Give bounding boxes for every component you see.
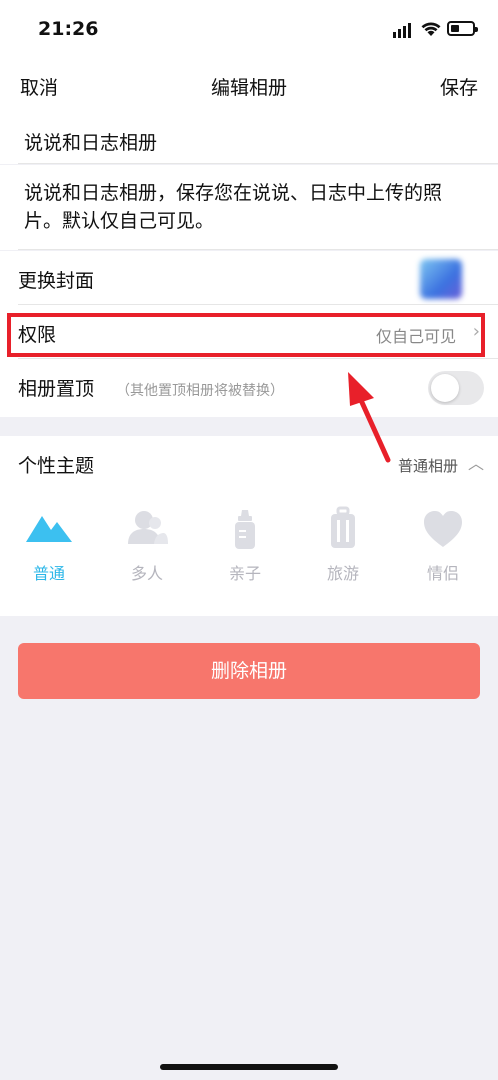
theme-option-family[interactable]: 亲子 [205, 506, 285, 584]
baby-bottle-icon [235, 510, 255, 549]
theme-section: 个性主题 普通相册 ︿ 普通 多人 亲子 旅游 情侣 [0, 436, 498, 616]
change-cover-label: 更换封面 [18, 270, 95, 292]
cover-thumbnail[interactable] [420, 259, 462, 299]
suitcase-icon [331, 506, 355, 548]
highlight-box [7, 313, 485, 357]
page-title: 编辑相册 [210, 77, 287, 99]
divider [18, 249, 498, 250]
theme-option-label: 情侣 [426, 564, 459, 583]
toggle-knob [431, 374, 459, 402]
theme-label: 个性主题 [18, 455, 95, 477]
album-name-value[interactable]: 说说和日志相册 [24, 128, 157, 155]
nav-bar: 编辑相册 取消 保存 [0, 58, 498, 112]
people-icon [128, 511, 168, 544]
delete-album-button[interactable]: 删除相册 [18, 643, 480, 699]
pin-album-toggle[interactable] [428, 371, 484, 405]
home-indicator [160, 1064, 338, 1070]
status-bar: 21:26 [0, 0, 498, 58]
theme-option-label: 普通 [32, 564, 65, 583]
chevron-up-icon[interactable]: ︿ [468, 450, 484, 474]
save-button[interactable]: 保存 [440, 73, 478, 100]
theme-option-label: 亲子 [228, 564, 261, 583]
change-cover-row[interactable]: 更换封面 [0, 251, 498, 305]
arrow-annotation [348, 372, 391, 463]
theme-option-couple[interactable]: 情侣 [403, 506, 483, 584]
theme-option-label: 多人 [130, 564, 163, 583]
mountain-icon [26, 516, 72, 542]
theme-option-label: 旅游 [326, 564, 359, 583]
status-time: 21:26 [38, 18, 99, 40]
pin-album-row: 相册置顶 （其他置顶相册将被替换） [0, 359, 498, 417]
album-description-field[interactable]: 说说和日志相册，保存您在说说、日志中上传的照片。默认仅自己可见。 [0, 165, 498, 250]
divider [18, 163, 498, 164]
theme-value[interactable]: 普通相册 [398, 455, 458, 476]
theme-option-travel[interactable]: 旅游 [303, 506, 383, 584]
theme-option-group[interactable]: 多人 [107, 506, 187, 584]
pin-album-hint: （其他置顶相册将被替换） [116, 383, 284, 399]
album-name-field[interactable]: 说说和日志相册 [0, 112, 498, 164]
signal-icon [393, 23, 411, 38]
theme-options: 普通 多人 亲子 旅游 情侣 [0, 506, 498, 596]
theme-option-normal[interactable]: 普通 [9, 506, 89, 584]
heart-icon [424, 511, 462, 547]
cancel-button[interactable]: 取消 [20, 73, 58, 100]
pin-album-label: 相册置顶 [18, 378, 95, 400]
wifi-icon [421, 22, 441, 36]
album-description-value[interactable]: 说说和日志相册，保存您在说说、日志中上传的照片。默认仅自己可见。 [24, 179, 470, 235]
battery-icon [447, 21, 478, 36]
